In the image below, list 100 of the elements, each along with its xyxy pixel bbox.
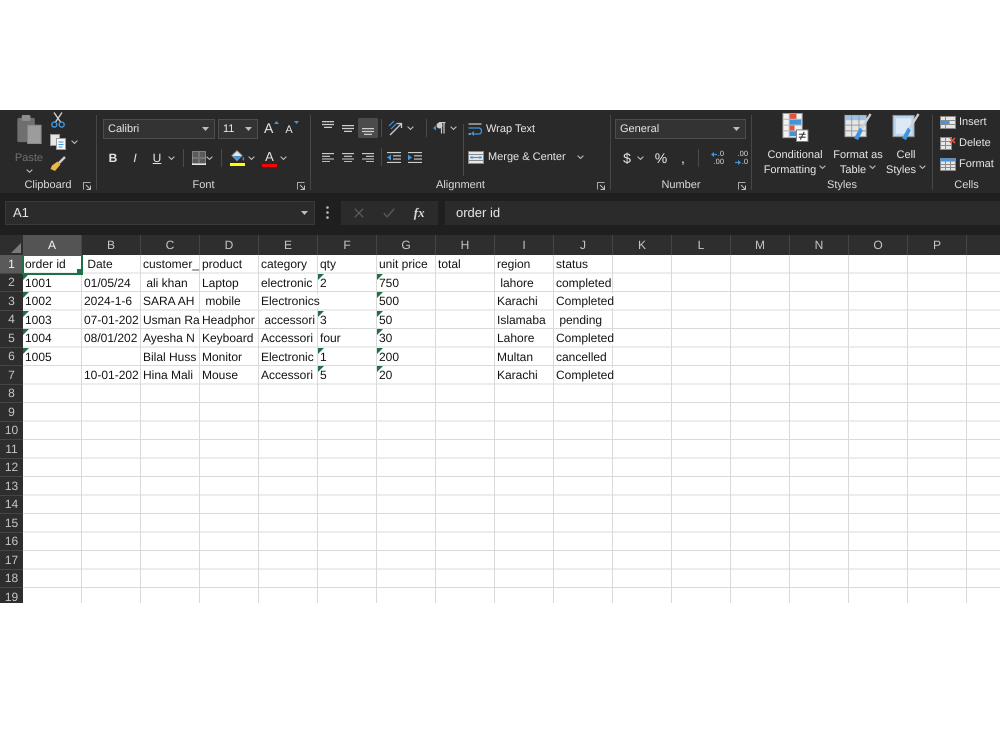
chevron-icon[interactable] — [450, 126, 457, 130]
comma-style-button[interactable]: , — [676, 148, 690, 168]
row-header[interactable]: 16 — [0, 532, 23, 551]
caret-up-icon — [274, 121, 280, 124]
row-header[interactable]: 17 — [0, 551, 23, 570]
underline-button[interactable]: U — [148, 148, 166, 168]
align-left-icon[interactable] — [322, 152, 334, 162]
cell-value: 1005 — [25, 350, 52, 364]
caret-icon[interactable] — [733, 127, 740, 131]
row-header[interactable]: 12 — [0, 458, 23, 477]
dialog-launcher-icon[interactable] — [297, 182, 305, 190]
chevron-icon[interactable] — [248, 156, 255, 160]
cell-value: total — [438, 257, 461, 272]
delete-button[interactable]: Delete — [940, 135, 1000, 151]
cell-styles-button[interactable]: Cell Styles — [886, 113, 926, 178]
cell-value: Accessori — [261, 368, 314, 382]
align-right-icon[interactable] — [362, 152, 374, 162]
cell-value: Accessori — [261, 331, 314, 346]
triangle-icon[interactable] — [11, 243, 21, 253]
vertical-dots-icon[interactable] — [326, 206, 329, 219]
row-header[interactable]: 5 — [0, 329, 23, 348]
align-top-icon[interactable] — [322, 121, 334, 128]
row-header[interactable]: 11 — [0, 440, 23, 458]
scissors-icon[interactable] — [50, 112, 66, 128]
row-header[interactable]: 14 — [0, 496, 23, 514]
font-color-button[interactable]: A — [262, 150, 277, 166]
cell-value: cancelled — [556, 350, 607, 364]
column-header[interactable]: A — [23, 235, 82, 255]
row-header[interactable]: 15 — [0, 514, 23, 532]
paintbrush-icon[interactable] — [50, 156, 66, 172]
cell-value: order id — [25, 257, 66, 272]
italic-button[interactable]: I — [126, 148, 144, 168]
chevron-icon[interactable] — [637, 156, 644, 160]
borders-icon[interactable] — [192, 151, 206, 165]
formula-input[interactable]: order id — [445, 200, 1000, 224]
insert-cells-icon — [940, 116, 956, 128]
arrow-right-icon — [734, 160, 741, 164]
conditional-formatting-button[interactable]: Conditional Formatting — [760, 113, 830, 178]
paint-bucket-icon — [230, 150, 245, 162]
fill-handle[interactable] — [77, 268, 82, 274]
chevron-icon[interactable] — [280, 156, 287, 160]
diagonal-arrow-icon[interactable] — [388, 120, 404, 136]
chevron-icon[interactable] — [918, 165, 926, 170]
shrink-font-button[interactable]: A — [285, 119, 299, 139]
format-button[interactable]: Format — [940, 156, 1000, 172]
caret-icon[interactable] — [245, 127, 252, 131]
dialog-launcher-icon[interactable] — [597, 182, 605, 190]
chevron-icon[interactable] — [869, 165, 876, 170]
row-header[interactable]: 7 — [0, 366, 23, 384]
chevron-icon[interactable] — [819, 165, 826, 170]
row-header[interactable]: 19 — [0, 588, 23, 603]
chevron-icon[interactable] — [206, 156, 213, 160]
row-header[interactable]: 8 — [0, 384, 23, 403]
indent-icon[interactable] — [408, 152, 422, 162]
cell-value: 750 — [379, 276, 400, 290]
align-center-icon[interactable] — [342, 152, 354, 162]
pilcrow-icon[interactable] — [432, 122, 446, 134]
chevron-icon[interactable] — [168, 156, 175, 160]
row-header[interactable]: 4 — [0, 310, 23, 329]
row-header[interactable]: 1 — [0, 255, 23, 274]
caret-icon[interactable] — [301, 210, 308, 214]
align-middle-icon[interactable] — [342, 124, 354, 132]
caret-icon[interactable] — [202, 127, 209, 131]
row-header[interactable]: 3 — [0, 292, 23, 310]
dialog-launcher-icon[interactable] — [738, 182, 746, 190]
row-header[interactable]: 2 — [0, 274, 23, 292]
chevron-icon[interactable] — [71, 140, 78, 144]
chevron-icon[interactable] — [407, 126, 414, 130]
row-header[interactable]: 6 — [0, 348, 23, 366]
row-header[interactable]: 13 — [0, 477, 23, 496]
currency-format-button[interactable]: $ — [620, 148, 634, 168]
number-format-dropdown[interactable]: General — [615, 119, 746, 139]
cell-value: Headphor — [202, 312, 255, 327]
dialog-launcher-icon[interactable] — [83, 182, 91, 190]
cell-value: 20 — [379, 368, 392, 382]
group-label: Styles — [827, 179, 857, 192]
row-header[interactable]: 9 — [0, 403, 23, 422]
font-size-dropdown[interactable]: 11 — [218, 119, 258, 139]
bold-button[interactable]: B — [104, 148, 122, 168]
merge-and-center-button[interactable]: Merge & Center — [468, 147, 566, 167]
name-box[interactable]: A1 — [5, 200, 315, 224]
percent-style-button[interactable]: % — [654, 148, 668, 168]
font-name-dropdown[interactable]: Calibri — [103, 119, 215, 139]
group-label: Cells — [954, 179, 979, 192]
row-header[interactable]: 10 — [0, 422, 23, 440]
wrap-text-button[interactable]: Wrap Text — [468, 119, 584, 139]
cell-value: four — [320, 331, 341, 346]
align-bottom-icon[interactable] — [358, 118, 378, 138]
cell-value: Karachi — [497, 294, 538, 308]
outdent-icon[interactable] — [387, 152, 401, 162]
grow-font-button[interactable]: A — [264, 119, 280, 139]
group-label: Number — [661, 179, 701, 192]
chevron-icon[interactable] — [576, 155, 584, 159]
insert-button[interactable]: Insert — [940, 114, 1000, 130]
format-as-table-button[interactable]: Format as Table — [832, 113, 884, 178]
cell-value: qty — [320, 257, 336, 272]
fill-color-button[interactable] — [230, 150, 245, 166]
copy-icon[interactable] — [50, 134, 66, 150]
row-header[interactable]: 18 — [0, 570, 23, 588]
insert-function-button[interactable]: fx — [414, 204, 425, 220]
